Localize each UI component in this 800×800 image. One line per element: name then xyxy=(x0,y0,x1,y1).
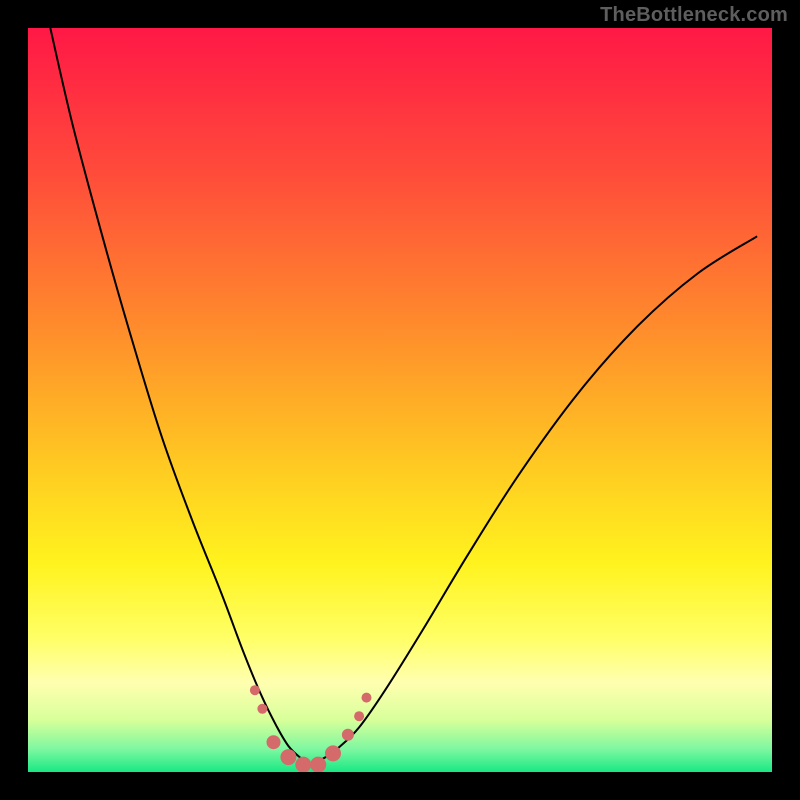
data-marker xyxy=(325,745,341,761)
data-marker xyxy=(257,704,267,714)
data-marker xyxy=(280,749,296,765)
data-marker xyxy=(267,735,281,749)
data-marker xyxy=(310,757,326,772)
watermark-text: TheBottleneck.com xyxy=(600,4,788,27)
chart-plot-area xyxy=(28,28,772,772)
data-marker xyxy=(295,757,311,772)
data-marker xyxy=(354,711,364,721)
data-marker xyxy=(342,729,354,741)
data-marker xyxy=(250,685,260,695)
chart-background-gradient xyxy=(28,28,772,772)
chart-svg xyxy=(28,28,772,772)
data-marker xyxy=(362,693,372,703)
chart-frame: TheBottleneck.com xyxy=(0,0,800,800)
